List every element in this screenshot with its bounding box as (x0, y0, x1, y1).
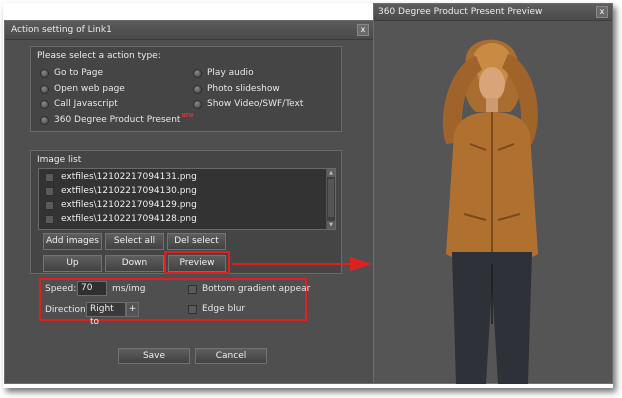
bottom-gradient-option[interactable]: Bottom gradient appear (188, 284, 310, 294)
product-preview-image (442, 39, 538, 384)
direction-label: Direction: (45, 305, 89, 315)
save-button[interactable]: Save (118, 348, 190, 364)
direction-select[interactable]: Right to (86, 302, 126, 327)
up-button[interactable]: Up (43, 255, 102, 272)
checkbox-icon[interactable] (45, 186, 54, 196)
add-images-button[interactable]: Add images (43, 233, 102, 250)
down-button[interactable]: Down (105, 255, 164, 272)
list-item-label: extfiles\12102217094131.png (61, 172, 197, 182)
dialog-title: Action setting of Link1 (11, 25, 112, 35)
radio-label: Open web page (54, 84, 125, 94)
bottom-gradient-label: Bottom gradient appear (202, 284, 311, 294)
radio-button-icon[interactable] (40, 84, 49, 94)
radio-button-icon[interactable] (40, 99, 49, 109)
list-scrollbar[interactable]: ▲ ▼ (326, 169, 335, 229)
list-item[interactable]: extfiles\12102217094128.png (45, 212, 197, 226)
checkbox-icon[interactable] (188, 284, 197, 294)
radio-label: Show Video/SWF/Text (207, 99, 304, 109)
speed-input[interactable]: 70 (77, 281, 107, 296)
image-list-group-title: Image list (37, 155, 82, 165)
radio-show-video-swf-text[interactable]: Show Video/SWF/Text (193, 99, 303, 109)
radio-call-javascript[interactable]: Call Javascript (40, 99, 118, 109)
list-item[interactable]: extfiles\12102217094130.png (45, 184, 197, 198)
checkbox-icon[interactable] (188, 304, 197, 314)
radio-play-audio[interactable]: Play audio (193, 68, 254, 78)
radio-button-icon[interactable] (40, 115, 49, 125)
preview-titlebar[interactable]: 360 Degree Product Present Preview x (374, 4, 612, 21)
speed-unit-label: ms/img (112, 284, 146, 294)
radio-label: 360 Degree Product Present (54, 115, 181, 125)
preview-title: 360 Degree Product Present Preview (378, 7, 543, 17)
dialog-titlebar[interactable]: Action setting of Link1 x (5, 21, 373, 40)
radio-label: Go to Page (54, 68, 104, 78)
list-item-label: extfiles\12102217094130.png (61, 186, 197, 196)
red-arrow-icon (232, 257, 372, 271)
dialog-close-button[interactable]: x (357, 24, 369, 36)
radio-open-web-page[interactable]: Open web page (40, 84, 125, 94)
radio-photo-slideshow[interactable]: Photo slideshow (193, 84, 280, 94)
list-item[interactable]: extfiles\12102217094129.png (45, 198, 197, 212)
preview-button[interactable]: Preview (168, 255, 226, 272)
radio-label: Call Javascript (54, 99, 118, 109)
radio-label: Play audio (207, 68, 254, 78)
action-type-group-title: Please select a action type: (37, 51, 161, 61)
new-badge: NEW (181, 113, 194, 119)
radio-button-icon[interactable] (193, 99, 202, 109)
del-select-button[interactable]: Del select (167, 233, 226, 250)
radio-button-icon[interactable] (40, 68, 49, 78)
preview-close-button[interactable]: x (596, 6, 608, 18)
image-list[interactable]: extfiles\12102217094131.png extfiles\121… (38, 168, 336, 230)
list-item-label: extfiles\12102217094128.png (61, 214, 197, 224)
radio-go-to-page[interactable]: Go to Page (40, 68, 103, 78)
select-all-button[interactable]: Select all (105, 233, 164, 250)
checkbox-icon[interactable] (45, 214, 54, 224)
preview-window: 360 Degree Product Present Preview x (373, 3, 613, 384)
direction-plus-button[interactable]: + (126, 302, 139, 317)
edge-blur-label: Edge blur (202, 304, 246, 314)
list-item-label: extfiles\12102217094129.png (61, 200, 197, 210)
speed-label: Speed: (45, 284, 77, 294)
scroll-down-arrow-icon[interactable]: ▼ (327, 221, 335, 229)
radio-button-icon[interactable] (193, 84, 202, 94)
radio-label: Photo slideshow (207, 84, 280, 94)
radio-button-icon[interactable] (193, 68, 202, 78)
scroll-thumb[interactable] (328, 179, 334, 217)
edge-blur-option[interactable]: Edge blur (188, 304, 245, 314)
cancel-button[interactable]: Cancel (195, 348, 267, 364)
list-item[interactable]: extfiles\12102217094131.png (45, 170, 197, 184)
checkbox-icon[interactable] (45, 172, 54, 182)
scroll-up-arrow-icon[interactable]: ▲ (327, 169, 335, 177)
radio-360-degree-product-present[interactable]: 360 Degree Product Present NEW (40, 113, 194, 125)
checkbox-icon[interactable] (45, 200, 54, 210)
